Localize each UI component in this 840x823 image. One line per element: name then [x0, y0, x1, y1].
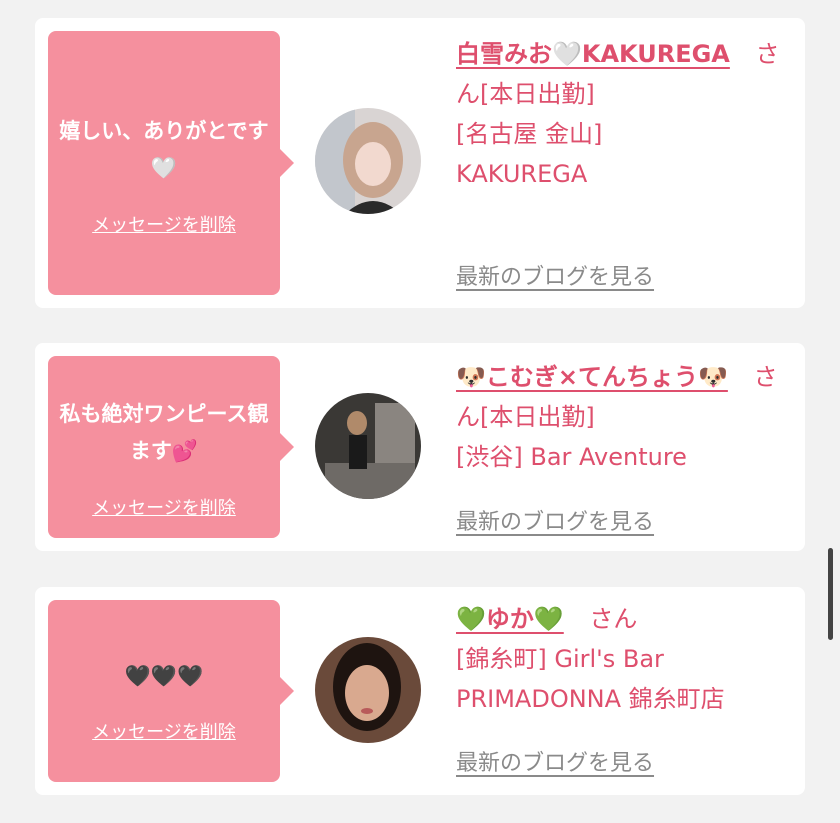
cast-name-link[interactable]: 🐶こむぎ×てんちょう🐶: [456, 363, 728, 391]
shop-info: [錦糸町] Girl's Bar PRIMADONNA 錦糸町店: [456, 645, 725, 713]
avatar-image: [315, 108, 421, 214]
message-card: 嬉しい、ありがとです🤍 メッセージを削除 白雪みお🤍KAKUREGA さん[本日…: [35, 18, 805, 308]
message-bubble: 私も絶対ワンピース観ます💕 メッセージを削除: [48, 356, 294, 538]
avatar[interactable]: [315, 637, 421, 743]
avatar-image: [315, 637, 421, 743]
avatar[interactable]: [315, 108, 421, 214]
cast-info: 白雪みお🤍KAKUREGA さん[本日出勤] [名古屋 金山] KAKUREGA: [456, 34, 796, 194]
delete-message-link[interactable]: メッセージを削除: [48, 494, 280, 520]
message-text: 🖤🖤🖤: [124, 664, 204, 688]
delete-message-link[interactable]: メッセージを削除: [48, 211, 280, 237]
latest-blog-link[interactable]: 最新のブログを見る: [456, 259, 654, 291]
message-card: 私も絶対ワンピース観ます💕 メッセージを削除 🐶こむぎ×てんちょう🐶 さん[本日…: [35, 343, 805, 551]
cast-status: さん: [589, 605, 638, 633]
message-text: 私も絶対ワンピース観ます💕: [59, 402, 269, 463]
cast-name-link[interactable]: 💚ゆか💚: [456, 605, 564, 633]
cast-info: 🐶こむぎ×てんちょう🐶 さん[本日出勤] [渋谷] Bar Aventure: [456, 357, 796, 477]
message-card: 🖤🖤🖤 メッセージを削除 💚ゆか💚 さん [錦糸町] Girl's Bar PR…: [35, 587, 805, 795]
message-text: 嬉しい、ありがとです🤍: [59, 119, 269, 180]
latest-blog-link[interactable]: 最新のブログを見る: [456, 504, 654, 536]
avatar-image: [315, 393, 421, 499]
message-bubble: 嬉しい、ありがとです🤍 メッセージを削除: [48, 31, 294, 295]
latest-blog-link[interactable]: 最新のブログを見る: [456, 745, 654, 777]
shop-info: [名古屋 金山] KAKUREGA: [456, 120, 603, 188]
shop-info: [渋谷] Bar Aventure: [456, 443, 687, 471]
message-bubble: 🖤🖤🖤 メッセージを削除: [48, 600, 294, 782]
delete-message-link[interactable]: メッセージを削除: [48, 718, 280, 744]
cast-name-link[interactable]: 白雪みお🤍KAKUREGA: [456, 40, 730, 68]
scrollbar[interactable]: [828, 548, 833, 640]
cast-info: 💚ゆか💚 さん [錦糸町] Girl's Bar PRIMADONNA 錦糸町店: [456, 599, 796, 719]
avatar[interactable]: [315, 393, 421, 499]
